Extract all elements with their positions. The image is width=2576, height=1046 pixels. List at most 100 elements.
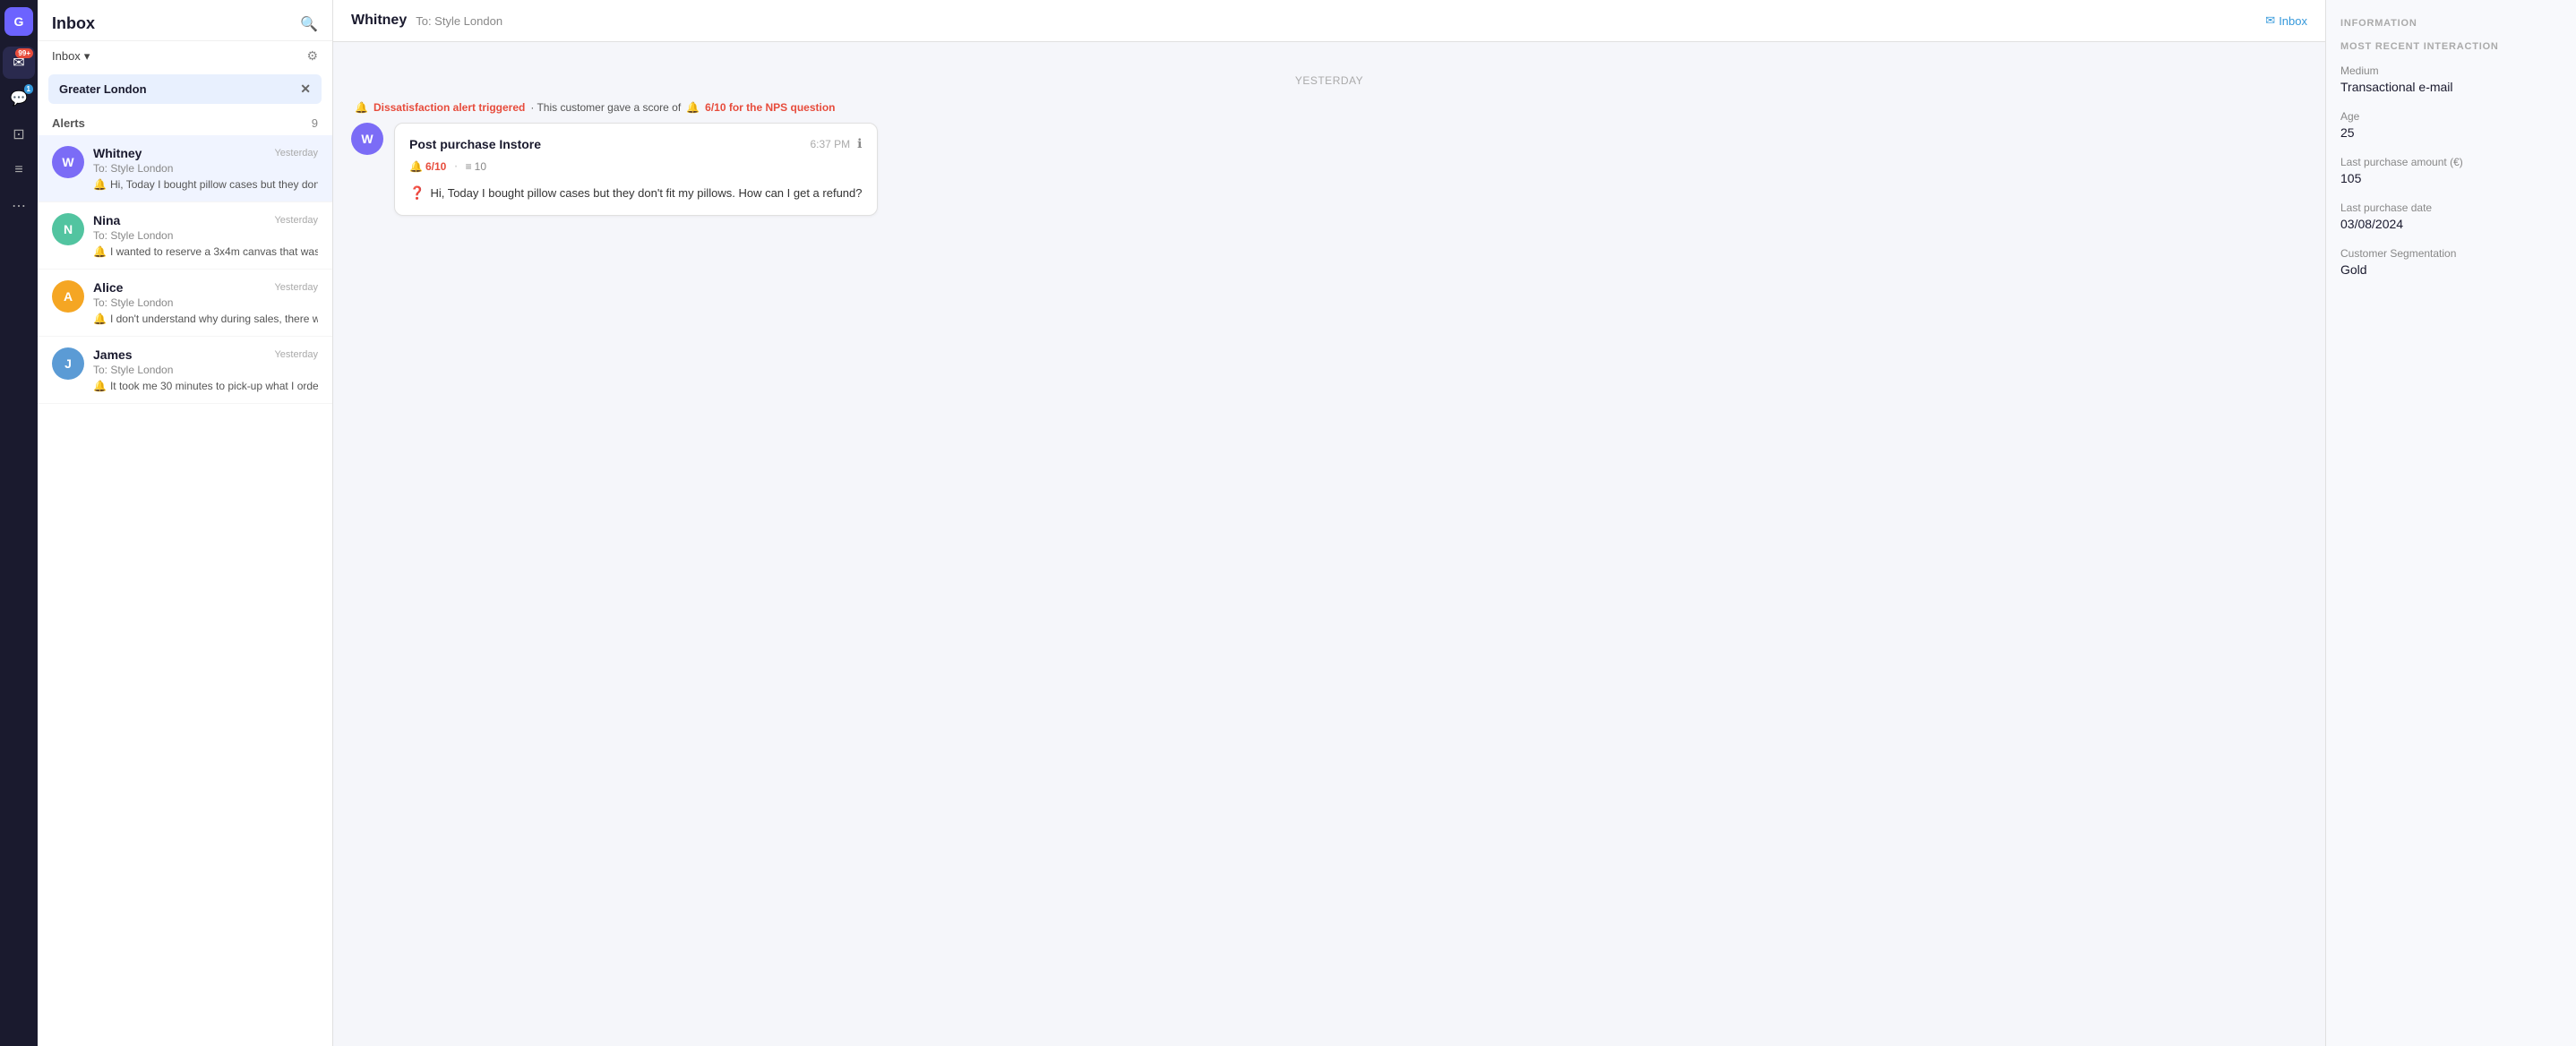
panel-section-title: INFORMATION [2340, 18, 2562, 29]
panel-label-last-purchase-amount: Last purchase amount (€) [2340, 156, 2562, 168]
message-row-whitney: W Post purchase Instore 6:37 PM ℹ 🔔 6/10… [351, 123, 2307, 216]
conv-time-whitney: Yesterday [274, 148, 318, 159]
sidebar-header: Inbox 🔍 [38, 0, 332, 41]
nav-item-overview[interactable]: ⊡ [3, 118, 35, 150]
main-header-to: To: Style London [416, 14, 502, 28]
alerts-label: Alerts [52, 116, 85, 130]
inbox-tag-icon: ✉ [2265, 13, 2275, 28]
panel-field-age: Age 25 [2340, 110, 2562, 140]
conv-preview-whitney: 🔔 Hi, Today I bought pillow cases but th… [93, 178, 318, 191]
date-divider: YESTERDAY [351, 74, 2307, 87]
panel-field-last-purchase-amount: Last purchase amount (€) 105 [2340, 156, 2562, 185]
msg-card-title: Post purchase Instore [409, 137, 541, 151]
panel-value-last-purchase-amount: 105 [2340, 171, 2562, 185]
conversation-list: W Whitney Yesterday To: Style London 🔔 H… [38, 135, 332, 1046]
alerts-count: 9 [312, 116, 318, 130]
panel-value-last-purchase-date: 03/08/2024 [2340, 217, 2562, 231]
conversation-item-alice[interactable]: A Alice Yesterday To: Style London 🔔 I d… [38, 270, 332, 337]
nav-logo: G [4, 7, 33, 36]
nav-item-surveys[interactable]: ≡ [3, 154, 35, 186]
avatar-james: J [52, 347, 84, 380]
panel-label-medium: Medium [2340, 64, 2562, 77]
alert-score-icon: 🔔 [686, 101, 700, 114]
layers-icon: ≡ [466, 160, 472, 173]
filter-icon[interactable]: ⚙ [306, 48, 318, 64]
conv-preview-alice: 🔔 I don't understand why during sales, t… [93, 313, 318, 325]
conv-name-whitney: Whitney [93, 146, 142, 160]
inbox-dropdown[interactable]: Inbox ▾ [52, 49, 90, 64]
left-navigation: G ✉ 99+ 💬 1 ⊡ ≡ ⋯ [0, 0, 38, 1046]
main-contact-name: Whitney [351, 13, 407, 29]
panel-label-last-purchase-date: Last purchase date [2340, 201, 2562, 214]
alert-triggered-text: Dissatisfaction alert triggered [374, 101, 525, 114]
question-icon: ❓ [409, 184, 425, 202]
inbox-tag: ✉ Inbox [2265, 13, 2307, 28]
message-card: Post purchase Instore 6:37 PM ℹ 🔔 6/10 ·… [394, 123, 878, 216]
message-avatar-whitney: W [351, 123, 383, 155]
nav-badge-chat: 1 [24, 84, 33, 94]
panel-subsection-title: MOST RECENT INTERACTION [2340, 41, 2562, 52]
conv-time-james: Yesterday [274, 349, 318, 360]
panel-label-age: Age [2340, 110, 2562, 123]
filter-tag-close-button[interactable]: ✕ [300, 81, 311, 97]
conv-to-nina: To: Style London [93, 229, 318, 242]
panel-field-last-purchase-date: Last purchase date 03/08/2024 [2340, 201, 2562, 231]
nps-alert-icon: 🔔 [409, 160, 423, 173]
main-content: Whitney To: Style London ✉ Inbox YESTERD… [333, 0, 2325, 1046]
filter-tag-label: Greater London [59, 82, 147, 96]
inbox-tag-label: Inbox [2279, 14, 2307, 28]
conv-name-nina: Nina [93, 213, 120, 227]
panel-value-medium: Transactional e-mail [2340, 80, 2562, 94]
alert-icon-nina: 🔔 [93, 245, 107, 258]
chat-area: YESTERDAY 🔔 Dissatisfaction alert trigge… [333, 42, 2325, 1046]
panel-field-customer-segmentation: Customer Segmentation Gold [2340, 247, 2562, 277]
sidebar-title: Inbox [52, 14, 95, 33]
avatar-nina: N [52, 213, 84, 245]
conversation-item-james[interactable]: J James Yesterday To: Style London 🔔 It … [38, 337, 332, 404]
dissatisfaction-alert-banner: 🔔 Dissatisfaction alert triggered · This… [351, 101, 2307, 114]
conv-to-alice: To: Style London [93, 296, 318, 309]
alerts-section-header: Alerts 9 [38, 107, 332, 135]
conversation-item-whitney[interactable]: W Whitney Yesterday To: Style London 🔔 H… [38, 135, 332, 202]
sidebar: Inbox 🔍 Inbox ▾ ⚙ Greater London ✕ Alert… [38, 0, 333, 1046]
msg-card-time: 6:37 PM [810, 138, 850, 150]
nav-badge-inbox: 99+ [15, 48, 33, 58]
conv-body-nina: Nina Yesterday To: Style London 🔔 I want… [93, 213, 318, 258]
nps-score-display: 🔔 6/10 [409, 160, 446, 173]
conv-to-whitney: To: Style London [93, 162, 318, 175]
conv-body-whitney: Whitney Yesterday To: Style London 🔔 Hi,… [93, 146, 318, 191]
alert-nps-score: 6/10 for the NPS question [705, 101, 835, 114]
main-header: Whitney To: Style London ✉ Inbox [333, 0, 2325, 42]
conv-to-james: To: Style London [93, 364, 318, 376]
conv-name-alice: Alice [93, 280, 123, 295]
conv-preview-james: 🔔 It took me 30 minutes to pick-up what … [93, 380, 318, 392]
conversation-item-nina[interactable]: N Nina Yesterday To: Style London 🔔 I wa… [38, 202, 332, 270]
sidebar-sub-header: Inbox ▾ ⚙ [38, 41, 332, 71]
panel-value-age: 25 [2340, 125, 2562, 140]
search-icon[interactable]: 🔍 [300, 15, 318, 33]
alert-detail-text: · This customer gave a score of [530, 101, 681, 114]
info-icon[interactable]: ℹ [857, 136, 862, 151]
alert-bell-icon: 🔔 [355, 101, 368, 114]
layers-count: ≡ 10 [466, 160, 486, 173]
conv-time-alice: Yesterday [274, 282, 318, 293]
conv-name-james: James [93, 347, 133, 362]
conv-time-nina: Yesterday [274, 215, 318, 226]
avatar-alice: A [52, 280, 84, 313]
filter-tag-greater-london: Greater London ✕ [48, 74, 322, 104]
nav-item-inbox[interactable]: ✉ 99+ [3, 47, 35, 79]
conv-body-alice: Alice Yesterday To: Style London 🔔 I don… [93, 280, 318, 325]
nav-item-chat[interactable]: 💬 1 [3, 82, 35, 115]
message-text: ❓ Hi, Today I bought pillow cases but th… [409, 184, 863, 202]
nav-item-more[interactable]: ⋯ [3, 190, 35, 222]
right-panel: INFORMATION MOST RECENT INTERACTION Medi… [2325, 0, 2576, 1046]
panel-field-medium: Medium Transactional e-mail [2340, 64, 2562, 94]
panel-label-customer-segmentation: Customer Segmentation [2340, 247, 2562, 260]
avatar-whitney: W [52, 146, 84, 178]
panel-value-customer-segmentation: Gold [2340, 262, 2562, 277]
conv-preview-nina: 🔔 I wanted to reserve a 3x4m canvas that… [93, 245, 318, 258]
conv-body-james: James Yesterday To: Style London 🔔 It to… [93, 347, 318, 392]
alert-icon-alice: 🔔 [93, 313, 107, 325]
alert-icon-james: 🔔 [93, 380, 107, 392]
chevron-down-icon: ▾ [84, 49, 90, 64]
